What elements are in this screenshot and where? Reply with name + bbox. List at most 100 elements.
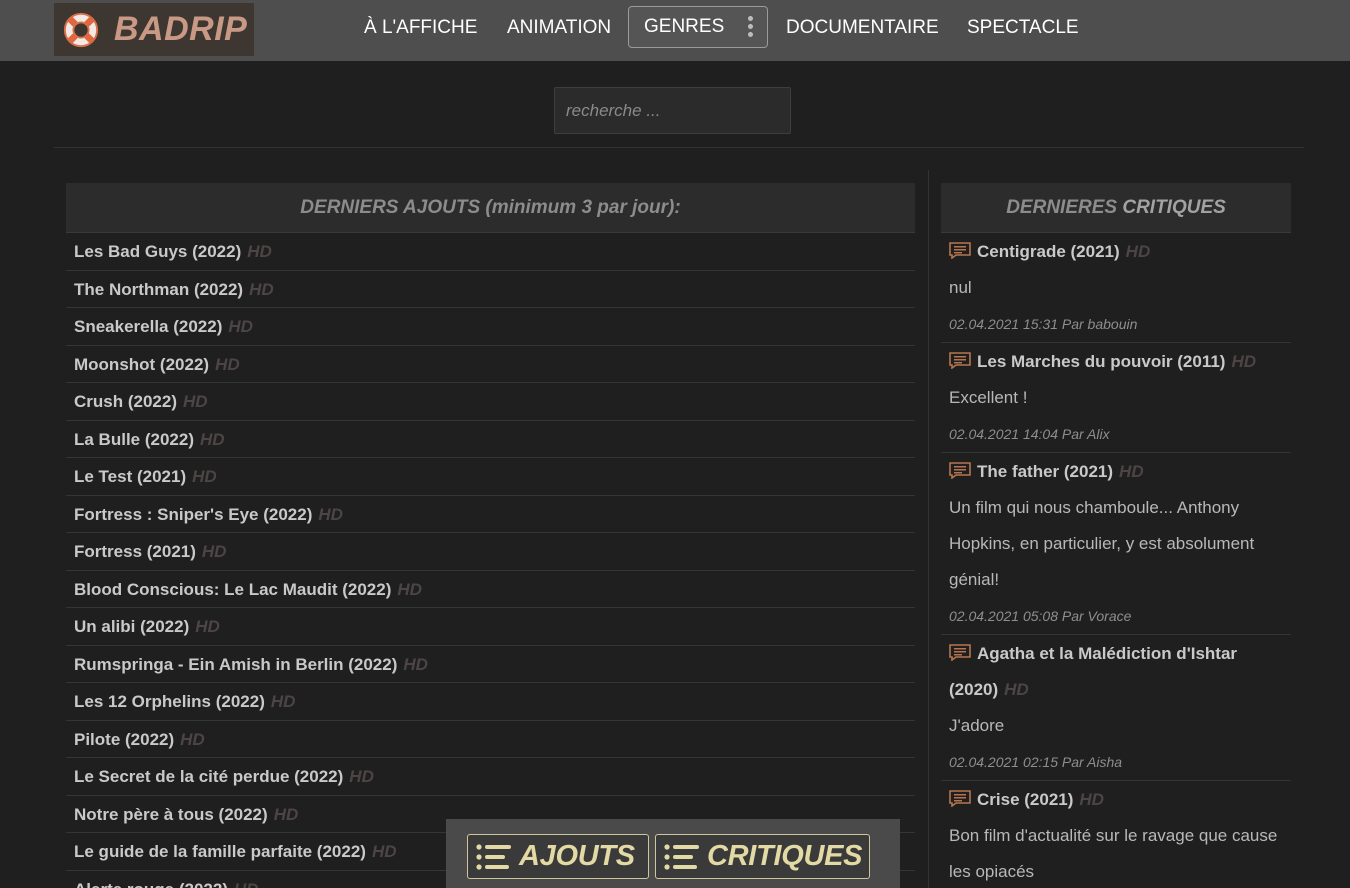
hd-badge: HD xyxy=(234,880,259,888)
review-text: Bon film d'actualité sur le ravage que c… xyxy=(949,826,1278,881)
film-link[interactable]: Rumspringa - Ein Amish in Berlin (2022) xyxy=(74,655,397,674)
review-item: Crise (2021) HD Bon film d'actualité sur l… xyxy=(941,781,1291,888)
review-meta: 02.04.2021 14:04 Par Alix xyxy=(949,426,1110,442)
review-meta: 02.04.2021 05:08 Par Vorace xyxy=(949,608,1132,624)
film-link[interactable]: Sneakerella (2022) xyxy=(74,317,222,336)
film-link[interactable]: Crush (2022) xyxy=(74,392,177,411)
lifebuoy-icon xyxy=(63,12,99,47)
film-link[interactable]: Fortress (2021) xyxy=(74,542,196,561)
hd-badge: HD xyxy=(1231,352,1257,371)
ajouts-button[interactable]: AJOUTS xyxy=(467,834,649,879)
review-film-name: The father (2021) xyxy=(977,462,1114,481)
comment-icon xyxy=(949,352,971,369)
nav-item-documentaire[interactable]: DOCUMENTAIRE xyxy=(786,0,939,56)
nav-genres-label: GENRES xyxy=(644,16,725,37)
hd-badge: HD xyxy=(195,617,220,636)
review-item: Centigrade (2021) HD nul 02.04.2021 15:31 P… xyxy=(941,233,1291,343)
hd-badge: HD xyxy=(192,467,217,486)
review-text: nul xyxy=(949,278,972,297)
film-row: The Northman (2022) HD xyxy=(66,271,915,308)
film-link[interactable]: Le Test (2021) xyxy=(74,467,186,486)
comment-icon xyxy=(949,790,971,807)
kebab-menu-icon[interactable] xyxy=(748,16,754,38)
latest-reviews-list: Centigrade (2021) HD nul 02.04.2021 15:31 P… xyxy=(941,233,1291,888)
film-row: Les Bad Guys (2022) HD xyxy=(66,233,915,271)
film-link[interactable]: Les 12 Orphelins (2022) xyxy=(74,692,265,711)
hd-badge: HD xyxy=(200,429,225,449)
column-divider xyxy=(928,170,929,888)
film-link[interactable]: Les Bad Guys (2022) xyxy=(74,242,241,261)
hd-badge: HD xyxy=(1119,462,1144,481)
hd-badge: HD xyxy=(182,392,208,411)
film-row: Le Secret de la cité perdue (2022) HD xyxy=(66,758,915,796)
review-film-name: Les Marches du pouvoir (2011) xyxy=(977,352,1226,371)
review-film-title[interactable]: Centigrade (2021) HD xyxy=(949,233,1291,270)
review-meta: 02.04.2021 02:15 Par Aisha xyxy=(949,754,1123,770)
nav-item-genres[interactable]: GENRES xyxy=(628,6,768,48)
film-link[interactable]: Pilote (2022) xyxy=(74,730,174,749)
film-link[interactable]: La Bulle (2022) xyxy=(74,430,194,449)
top-navbar: BADRIP À L'AFFICHE ANIMATION GENRES DOCU… xyxy=(0,0,1350,61)
list-icon xyxy=(476,843,511,870)
film-row: Pilote (2022) HD xyxy=(66,721,915,758)
hd-badge: HD xyxy=(397,579,422,599)
review-item: The father (2021) HD Un film qui nous cham… xyxy=(941,453,1291,635)
hd-badge: HD xyxy=(228,317,253,336)
hd-badge: HD xyxy=(201,542,227,561)
brand-name: BADRIP xyxy=(114,10,248,48)
review-film-title[interactable]: Crise (2021) HD xyxy=(949,781,1291,818)
film-row: Rumspringa - Ein Amish in Berlin (2022) H… xyxy=(66,646,915,683)
critiques-button-label: CRITIQUES xyxy=(707,840,863,872)
brand-logo[interactable]: BADRIP xyxy=(54,3,254,56)
ajouts-button-label: AJOUTS xyxy=(519,840,635,872)
review-item: Agatha et la Malédiction d'Ishtar (2020)… xyxy=(941,635,1291,781)
review-film-title[interactable]: Agatha et la Malédiction d'Ishtar (2020)… xyxy=(949,635,1291,708)
critiques-button[interactable]: CRITIQUES xyxy=(655,834,870,879)
film-link[interactable]: Notre père à tous (2022) xyxy=(74,805,268,824)
hd-badge: HD xyxy=(371,842,397,861)
reviews-heading-part1: DERNIERES xyxy=(1006,197,1118,218)
film-row: Les 12 Orphelins (2022) HD xyxy=(66,683,915,721)
review-film-title[interactable]: The father (2021) HD xyxy=(949,453,1291,490)
comment-icon xyxy=(949,462,971,479)
hd-badge: HD xyxy=(1079,790,1104,809)
film-link[interactable]: Moonshot (2022) xyxy=(74,355,209,374)
review-film-name: Agatha et la Malédiction d'Ishtar (2020) xyxy=(949,644,1238,699)
film-link[interactable]: Blood Conscious: Le Lac Maudit (2022) xyxy=(74,580,391,599)
film-row: Sneakerella (2022) HD xyxy=(66,308,915,346)
film-row: Fortress (2021) HD xyxy=(66,533,915,571)
review-film-name: Crise (2021) xyxy=(977,790,1074,809)
nav-item-spectacle[interactable]: SPECTACLE xyxy=(967,0,1079,56)
nav-item-animation[interactable]: ANIMATION xyxy=(507,0,611,56)
review-text: Un film qui nous chamboule... Anthony Ho… xyxy=(949,498,1255,589)
film-row: Crush (2022) HD xyxy=(66,383,915,421)
film-row: Fortress : Sniper's Eye (2022) HD xyxy=(66,496,915,533)
reviews-heading-part2: CRITIQUES xyxy=(1122,197,1226,218)
hd-badge: HD xyxy=(215,354,240,374)
floating-jump-bar: AJOUTS CRITIQUES xyxy=(446,819,900,888)
hd-badge: HD xyxy=(270,692,296,711)
review-film-title[interactable]: Les Marches du pouvoir (2011) HD xyxy=(949,343,1291,380)
film-row: Moonshot (2022) HD xyxy=(66,346,915,383)
review-film-name: Centigrade (2021) xyxy=(977,242,1120,261)
hd-badge: HD xyxy=(180,729,205,749)
hd-badge: HD xyxy=(318,504,343,524)
film-link[interactable]: Le Secret de la cité perdue (2022) xyxy=(74,767,343,786)
hd-badge: HD xyxy=(349,767,374,786)
hd-badge: HD xyxy=(273,804,299,824)
hd-badge: HD xyxy=(403,654,428,674)
film-link[interactable]: Un alibi (2022) xyxy=(74,617,189,636)
nav-item-a-laffiche[interactable]: À L'AFFICHE xyxy=(364,0,477,56)
hd-badge: HD xyxy=(247,242,272,261)
film-link[interactable]: Le guide de la famille parfaite (2022) xyxy=(74,842,366,861)
film-link[interactable]: Fortress : Sniper's Eye (2022) xyxy=(74,505,312,524)
film-link[interactable]: Alerte rouge (2022) xyxy=(74,880,228,888)
review-meta: 02.04.2021 15:31 Par babouin xyxy=(949,316,1138,332)
latest-additions-list: Les Bad Guys (2022) HD The Northman (2022)… xyxy=(66,233,915,888)
comment-icon xyxy=(949,242,971,259)
search-input[interactable] xyxy=(554,87,791,134)
hd-badge: HD xyxy=(1004,680,1029,699)
film-link[interactable]: The Northman (2022) xyxy=(74,280,243,299)
review-text: Excellent ! xyxy=(949,388,1028,407)
hd-badge: HD xyxy=(1125,242,1151,261)
